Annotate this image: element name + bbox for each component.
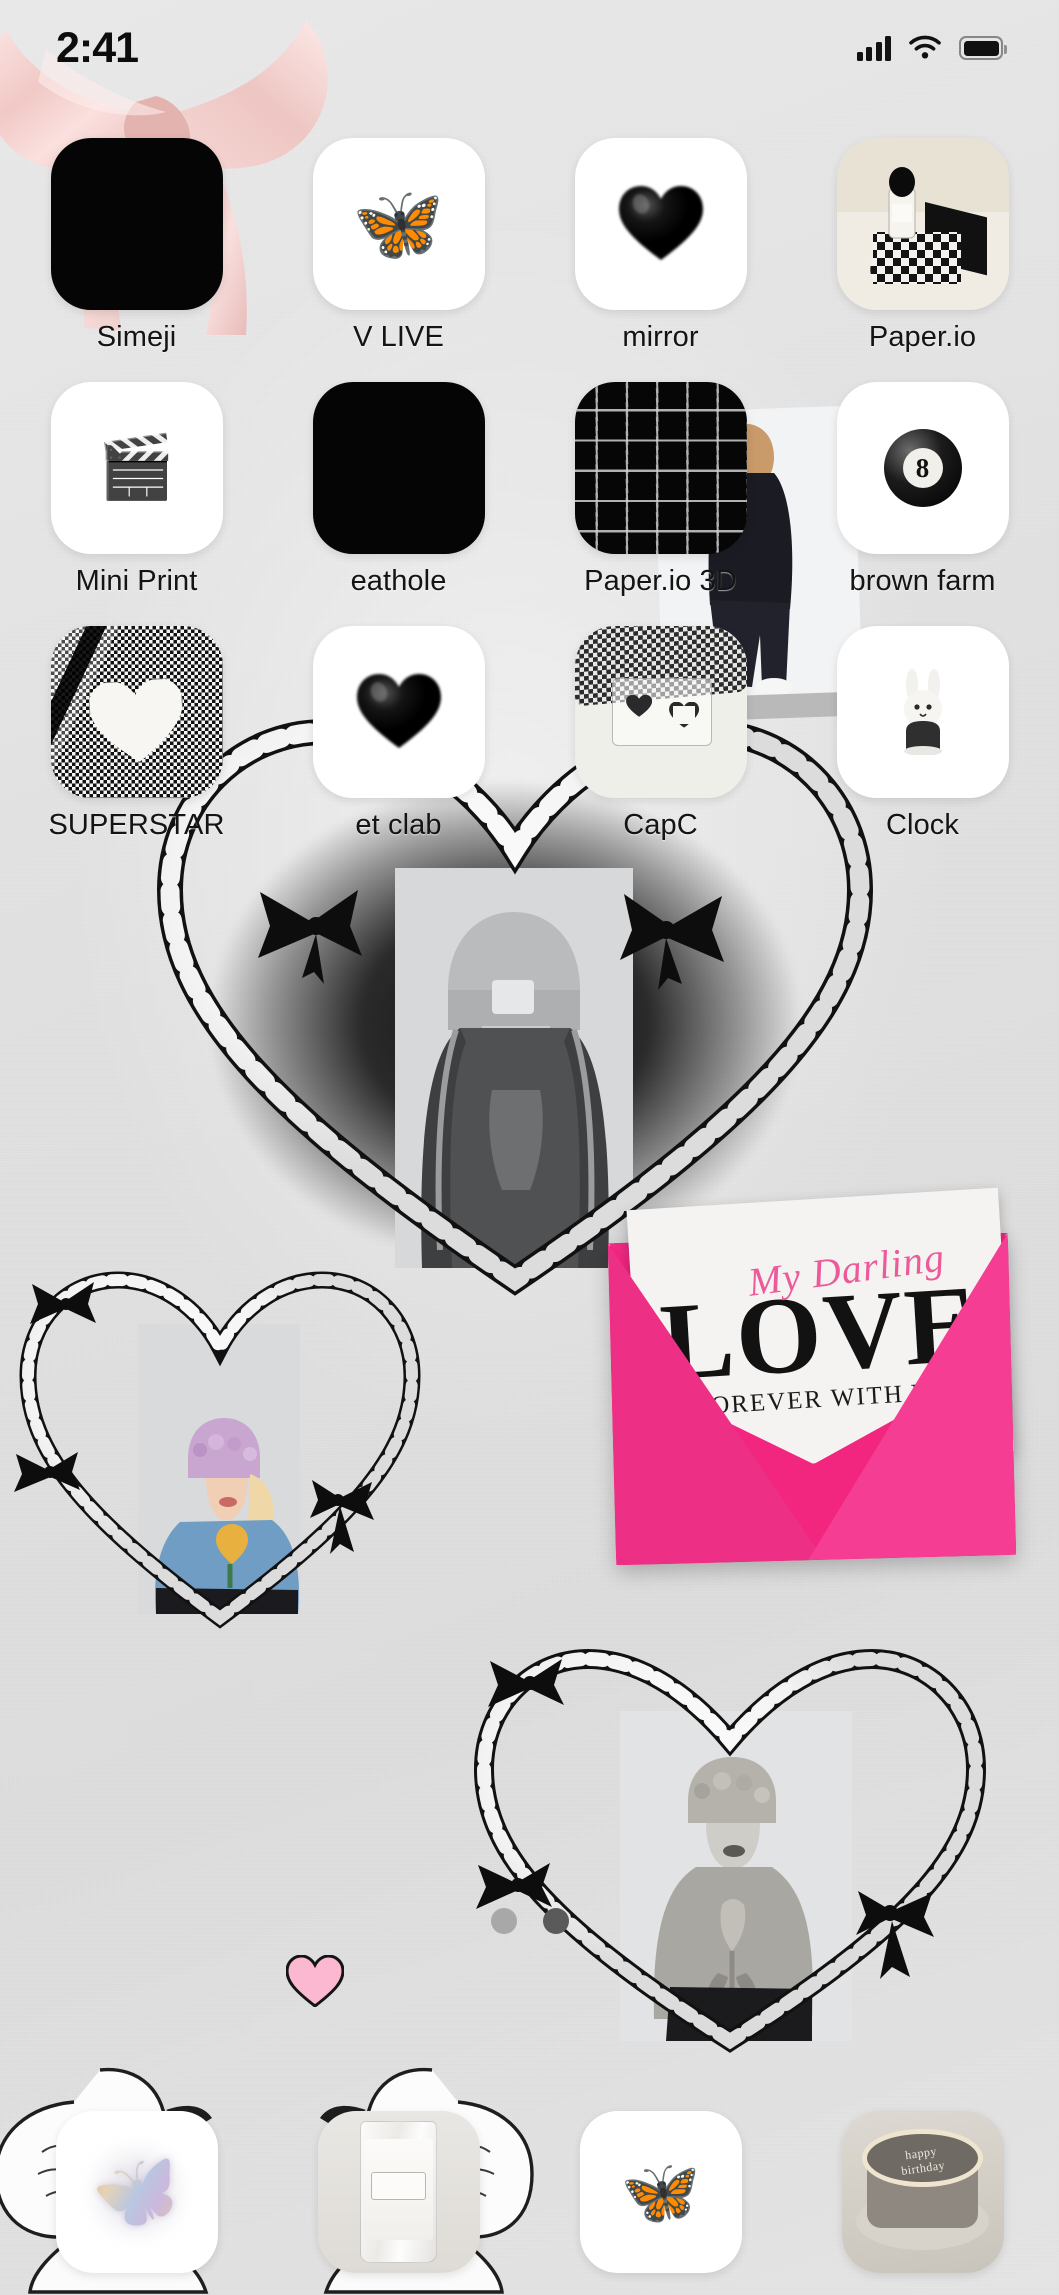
butterfly-glyph: 🦋 <box>620 2156 701 2228</box>
candle-jar-photo-icon[interactable] <box>317 2111 480 2273</box>
app-label: Mini Print <box>75 565 198 597</box>
boot-photo <box>836 138 1009 310</box>
solid-black-icon[interactable] <box>312 382 485 554</box>
pouch-photo <box>574 626 747 798</box>
black-butterfly-icon[interactable]: 🦋 <box>579 2111 742 2273</box>
app-paper-io[interactable]: Paper.io <box>834 138 1011 354</box>
heart-label-plate <box>87 677 187 767</box>
app-mirror[interactable]: mirror <box>572 138 749 354</box>
app-grid: Simeji 🦋 V LIVE mirror Paper.io 🎬 Mini P… <box>0 138 1059 870</box>
eight-ball-icon[interactable]: 8 <box>836 382 1009 554</box>
checkered-pouch-icon[interactable] <box>574 626 747 798</box>
cake-photo: happy birthday <box>841 2111 1004 2273</box>
battery-full-icon <box>959 36 1007 60</box>
simeji-black-icon[interactable] <box>50 138 223 310</box>
app-mini-print[interactable]: 🎬 Mini Print <box>48 382 225 598</box>
app-label: Clock <box>885 809 959 841</box>
marbled-cover <box>50 626 223 798</box>
app-label: SUPERSTAR <box>48 809 225 841</box>
app-label: Paper.io <box>868 321 977 353</box>
checkered-boot-photo-icon[interactable] <box>836 138 1009 310</box>
clapperboard-glyph: 🎬 <box>97 433 176 502</box>
butterfly-glyph: 🦋 <box>352 182 445 265</box>
app-label: Simeji <box>96 321 177 353</box>
wifi-icon <box>909 35 941 59</box>
app-clock[interactable]: Clock <box>834 626 1011 842</box>
cellular-bars-icon <box>856 35 891 61</box>
iridescent-butterfly-icon[interactable]: 🦋 <box>55 2111 218 2273</box>
status-bar: 2:41 <box>0 0 1059 96</box>
status-bar-clock: 2:41 <box>56 23 139 72</box>
app-v-live[interactable]: 🦋 V LIVE <box>310 138 487 354</box>
glossy-black-heart-icon[interactable] <box>574 138 747 310</box>
app-label: mirror <box>622 321 699 353</box>
app-label: et clab <box>355 809 442 841</box>
glass-jar <box>359 2120 438 2264</box>
page-dot-inactive[interactable] <box>490 1908 517 1934</box>
app-superstar[interactable]: SUPERSTAR <box>48 626 225 842</box>
birthday-cake-photo-icon[interactable]: happy birthday <box>841 2111 1004 2273</box>
app-eathole[interactable]: eathole <box>310 382 487 598</box>
dock-app-birthday-cake[interactable]: happy birthday <box>834 2111 1011 2273</box>
app-label: eathole <box>350 565 447 597</box>
app-et-clab[interactable]: et clab <box>310 626 487 842</box>
grid-warp-pattern <box>574 382 747 554</box>
dock-app-black-butterfly[interactable]: 🦋 <box>572 2111 749 2273</box>
heart-shape <box>618 186 703 260</box>
app-label: brown farm <box>849 565 996 597</box>
white-bunny-icon[interactable] <box>836 626 1009 798</box>
app-simeji[interactable]: Simeji <box>48 138 225 354</box>
candle-photo <box>317 2111 480 2273</box>
butterfly-glyph: 🦋 <box>85 2144 188 2240</box>
app-label: Paper.io 3D <box>584 565 737 597</box>
app-label: V LIVE <box>353 321 444 353</box>
app-paper-io-3d[interactable]: Paper.io 3D <box>572 382 749 598</box>
page-indicator[interactable] <box>0 1908 1059 1934</box>
jar-label <box>371 2172 426 2201</box>
heart-shape <box>356 674 441 748</box>
composition-book-icon[interactable] <box>50 626 223 798</box>
page-dot-active[interactable] <box>542 1908 569 1934</box>
glossy-black-heart-icon[interactable] <box>312 626 485 798</box>
dock-app-candle[interactable] <box>310 2111 487 2273</box>
app-row-1: Simeji 🦋 V LIVE mirror Paper.io <box>0 138 1059 354</box>
dock: 🦋 🦋 happy birthday <box>0 2111 1059 2273</box>
warped-grid-icon[interactable] <box>574 382 747 554</box>
status-bar-indicators <box>856 35 1007 61</box>
app-capcut[interactable]: CapC <box>572 626 749 842</box>
app-brown-farm[interactable]: 8 brown farm <box>834 382 1011 598</box>
dock-app-iridescent-butterfly[interactable]: 🦋 <box>48 2111 225 2273</box>
app-label: CapC <box>623 809 698 841</box>
eight-ball-shape: 8 <box>883 429 962 507</box>
bunny-figure <box>903 669 942 755</box>
love-letter-envelope-widget[interactable]: My Darling LOVE FOREVER WITH YOU <box>607 1188 1017 1566</box>
butterfly-icon[interactable]: 🦋 <box>312 138 485 310</box>
app-row-3: SUPERSTAR et clab CapC Clock <box>0 626 1059 842</box>
app-row-2: 🎬 Mini Print eathole Paper.io 3D 8 brown… <box>0 382 1059 598</box>
clapperboard-icon[interactable]: 🎬 <box>50 382 223 554</box>
